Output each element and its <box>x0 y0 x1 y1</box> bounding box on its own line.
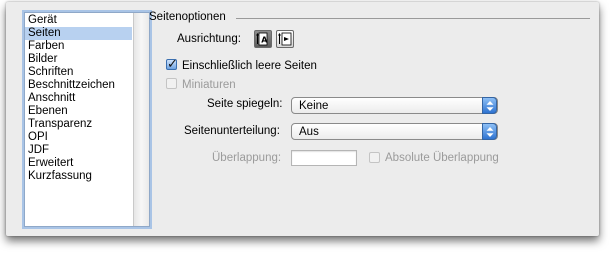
category-item[interactable]: JDF <box>25 144 132 157</box>
category-item[interactable]: Ebenen <box>25 105 132 118</box>
category-item[interactable]: Schriften <box>25 66 132 79</box>
mirror-page-value: Keine <box>299 100 329 112</box>
checkmark-icon: ✓ <box>167 56 178 71</box>
absolute-overlap-checkbox[interactable] <box>369 152 380 163</box>
category-item[interactable]: Gerät <box>25 14 132 27</box>
overlap-input[interactable] <box>291 150 357 166</box>
category-item[interactable]: Farben <box>25 40 132 53</box>
absolute-overlap-label: Absolute Überlappung <box>385 152 499 164</box>
category-item[interactable]: Seiten <box>25 27 132 40</box>
category-item[interactable]: Anschnitt <box>25 92 132 105</box>
section-divider <box>236 18 590 19</box>
orientation-portrait-icon: A <box>256 32 268 46</box>
orientation-portrait-button[interactable]: A <box>254 30 272 48</box>
thumbnails-checkbox[interactable] <box>166 78 177 89</box>
tiling-select[interactable]: Aus <box>291 123 498 140</box>
tiling-value: Aus <box>299 126 319 138</box>
print-settings-panel: Gerät Seiten Farben Bilder Schriften Beschnit… <box>6 2 599 236</box>
category-item[interactable]: Erweitert <box>25 157 132 170</box>
category-item[interactable]: Transparenz <box>25 118 132 131</box>
mirror-page-select[interactable]: Keine <box>291 97 498 114</box>
category-item[interactable]: Beschnittzeichen <box>25 79 132 92</box>
overlap-label: Überlappung: <box>212 152 282 164</box>
tiling-label: Seitenunterteilung: <box>184 125 280 137</box>
orientation-rotated-button[interactable] <box>276 30 294 48</box>
svg-text:A: A <box>261 36 268 45</box>
orientation-rotated-icon <box>278 32 292 46</box>
section-title: Seitenoptionen <box>149 11 226 23</box>
thumbnails-label: Miniaturen <box>182 79 236 91</box>
orientation-label: Ausrichtung: <box>177 33 241 45</box>
category-item[interactable]: Kurzfassung <box>25 170 132 183</box>
include-blank-pages-label: Einschließlich leere Seiten <box>182 60 317 72</box>
category-items: Gerät Seiten Farben Bilder Schriften Beschnit… <box>25 14 132 183</box>
mirror-page-label: Seite spiegeln: <box>207 98 283 110</box>
include-blank-pages-checkbox[interactable]: ✓ <box>166 56 178 71</box>
category-list-scrollbar[interactable] <box>133 13 149 226</box>
category-item[interactable]: OPI <box>25 131 132 144</box>
category-item[interactable]: Bilder <box>25 53 132 66</box>
select-arrows-icon <box>482 123 497 140</box>
select-arrows-icon <box>482 97 497 114</box>
category-list[interactable]: Gerät Seiten Farben Bilder Schriften Beschnit… <box>24 12 150 227</box>
